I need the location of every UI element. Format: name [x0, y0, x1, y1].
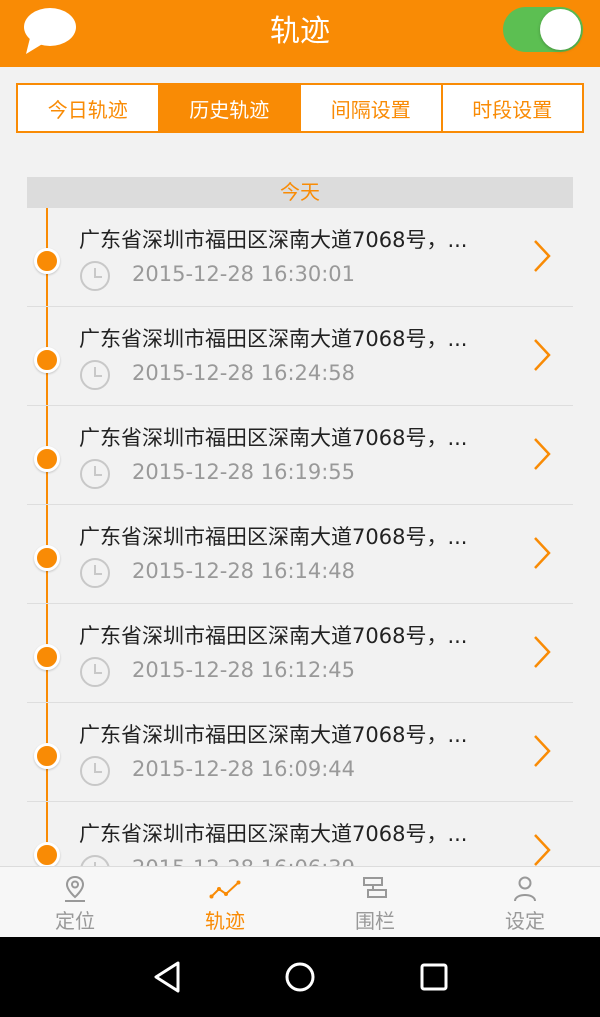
- timeline-dot: [34, 545, 60, 571]
- back-icon[interactable]: [150, 959, 186, 995]
- app-header: 轨迹: [0, 0, 600, 67]
- tab-period-settings[interactable]: 时段设置: [443, 85, 583, 131]
- fence-icon: [363, 877, 387, 898]
- recent-apps-icon[interactable]: [416, 959, 452, 995]
- clock-icon: [80, 261, 110, 291]
- record-address: 广东省深圳市福田区深南大道7068号，...: [79, 327, 468, 351]
- clock-icon: [80, 459, 110, 489]
- track-tabs: 今日轨迹 历史轨迹 间隔设置 时段设置: [16, 83, 584, 133]
- nav-item-fence[interactable]: 围栏: [300, 867, 450, 937]
- record-time: 2015-12-28 16:30:01: [132, 262, 356, 286]
- nav-label-track: 轨迹: [205, 909, 245, 933]
- person-icon: [514, 876, 536, 902]
- track-list[interactable]: 今天 广东省深圳市福田区深南大道7068号，... 2015-12-28 16:…: [27, 177, 573, 866]
- track-record-row[interactable]: 广东省深圳市福田区深南大道7068号，... 2015-12-28 16:24:…: [27, 307, 573, 406]
- location-pin-icon: [65, 875, 85, 902]
- timeline-dot: [34, 248, 60, 274]
- section-header-today: 今天: [27, 177, 573, 208]
- clock-icon: [80, 855, 110, 866]
- record-time: 2015-12-28 16:09:44: [132, 757, 356, 781]
- record-time: 2015-12-28 16:12:45: [132, 658, 356, 682]
- record-address: 广东省深圳市福田区深南大道7068号，...: [79, 228, 468, 252]
- chevron-right-icon[interactable]: [532, 535, 552, 571]
- clock-icon: [80, 657, 110, 687]
- chevron-right-icon[interactable]: [532, 238, 552, 274]
- nav-item-settings[interactable]: 设定: [450, 867, 600, 937]
- timeline-dot: [34, 842, 60, 866]
- clock-icon: [80, 756, 110, 786]
- record-address: 广东省深圳市福田区深南大道7068号，...: [79, 822, 468, 846]
- track-record-row[interactable]: 广东省深圳市福田区深南大道7068号，... 2015-12-28 16:06:…: [27, 802, 573, 866]
- track-record-row[interactable]: 广东省深圳市福田区深南大道7068号，... 2015-12-28 16:30:…: [27, 208, 573, 307]
- track-record-row[interactable]: 广东省深圳市福田区深南大道7068号，... 2015-12-28 16:12:…: [27, 604, 573, 703]
- nav-item-locate[interactable]: 定位: [0, 867, 150, 937]
- nav-label-fence: 围栏: [355, 909, 395, 933]
- chevron-right-icon[interactable]: [532, 832, 552, 866]
- timeline-dot: [34, 743, 60, 769]
- bottom-nav: 定位 轨迹 围栏 设定: [0, 866, 600, 937]
- chevron-right-icon[interactable]: [532, 634, 552, 670]
- track-record-row[interactable]: 广东省深圳市福田区深南大道7068号，... 2015-12-28 16:14:…: [27, 505, 573, 604]
- nav-item-track[interactable]: 轨迹: [150, 867, 300, 937]
- record-address: 广东省深圳市福田区深南大道7068号，...: [79, 525, 468, 549]
- record-time: 2015-12-28 16:24:58: [132, 361, 356, 385]
- tab-today-track[interactable]: 今日轨迹: [18, 85, 160, 131]
- nav-label-settings: 设定: [505, 909, 545, 933]
- track-record-row[interactable]: 广东省深圳市福田区深南大道7068号，... 2015-12-28 16:09:…: [27, 703, 573, 802]
- record-address: 广东省深圳市福田区深南大道7068号，...: [79, 723, 468, 747]
- timeline-dot: [34, 644, 60, 670]
- record-address: 广东省深圳市福田区深南大道7068号，...: [79, 624, 468, 648]
- timeline-dot: [34, 446, 60, 472]
- clock-icon: [80, 360, 110, 390]
- record-time: 2015-12-28 16:19:55: [132, 460, 356, 484]
- tab-interval-settings[interactable]: 间隔设置: [301, 85, 443, 131]
- timeline-dot: [34, 347, 60, 373]
- track-line-icon: [209, 880, 241, 899]
- tab-history-track[interactable]: 历史轨迹: [159, 85, 301, 131]
- chevron-right-icon[interactable]: [532, 337, 552, 373]
- toggle-knob: [540, 9, 581, 50]
- clock-icon: [80, 558, 110, 588]
- chevron-right-icon[interactable]: [532, 436, 552, 472]
- record-time: 2015-12-28 16:14:48: [132, 559, 356, 583]
- system-nav-bar: [0, 937, 600, 1017]
- nav-label-locate: 定位: [55, 909, 95, 933]
- chevron-right-icon[interactable]: [532, 733, 552, 769]
- record-time: 2015-12-28 16:06:39: [132, 856, 355, 866]
- home-icon[interactable]: [282, 959, 318, 995]
- tracking-toggle[interactable]: [503, 7, 583, 52]
- track-record-row[interactable]: 广东省深圳市福田区深南大道7068号，... 2015-12-28 16:19:…: [27, 406, 573, 505]
- record-address: 广东省深圳市福田区深南大道7068号，...: [79, 426, 468, 450]
